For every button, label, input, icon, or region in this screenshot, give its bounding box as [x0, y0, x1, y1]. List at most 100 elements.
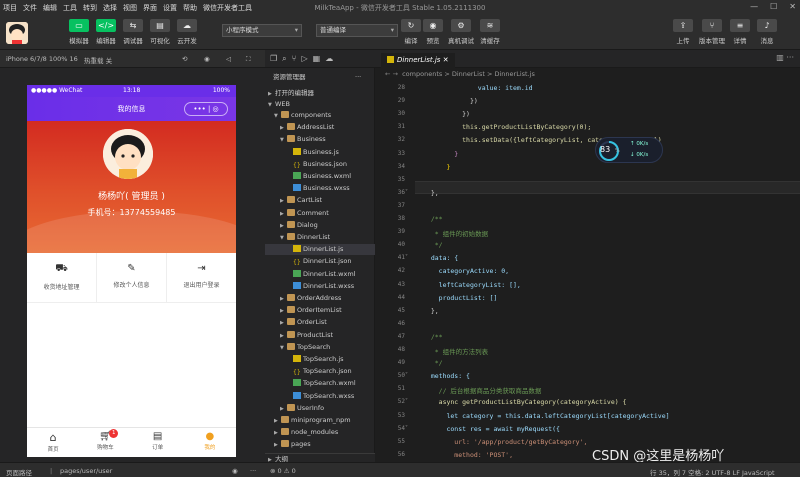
device-select[interactable]: iPhone 6/7/8 100% 16 — [6, 55, 78, 63]
mode-select[interactable]: 小程序模式 ▾ — [222, 24, 302, 37]
debugger-button[interactable]: ⇆ 调试器 — [118, 19, 148, 45]
simulator-button[interactable]: ▭ 模拟器 — [64, 19, 94, 45]
eye-icon[interactable]: ◉ — [232, 467, 238, 475]
cloud-button[interactable]: ☁ 云开发 — [172, 19, 202, 45]
chevron-right-icon: ▶ — [280, 405, 284, 412]
fullscreen-icon[interactable]: ⛶ — [246, 55, 251, 64]
open-editors-section[interactable]: ▶ 打开的编辑器 — [265, 88, 375, 99]
page-path[interactable]: pages/user/user — [60, 467, 112, 475]
fold-icon[interactable]: ˅ — [405, 398, 408, 405]
logout-item[interactable]: ⇥ 退出用户登录 — [167, 253, 236, 302]
menu-item[interactable]: 转到 — [80, 3, 100, 13]
menu-item[interactable]: 编辑 — [40, 3, 60, 13]
minimize-icon[interactable]: — — [750, 2, 758, 11]
preview-button[interactable]: ◉ 预览 — [418, 19, 448, 45]
tree-folder[interactable]: ▶ miniprogram_npm — [265, 415, 375, 426]
web-section[interactable]: ▼ WEB — [265, 99, 375, 110]
files-icon[interactable]: ❐ — [270, 54, 277, 63]
tree-folder[interactable]: ▶ CartList — [265, 195, 375, 206]
tree-file[interactable]: Business.js — [265, 147, 375, 158]
tree-folder[interactable]: ▶ AddressList — [265, 122, 375, 133]
address-manage-item[interactable]: ⛟ 收货地址管理 — [27, 253, 97, 302]
menu-item[interactable]: 文件 — [20, 3, 40, 13]
menu-item[interactable]: 工具 — [60, 3, 80, 13]
tree-folder[interactable]: ▶ OrderItemList — [265, 305, 375, 316]
tree-folder[interactable]: ▼ DinnerList — [265, 232, 375, 243]
edit-profile-item[interactable]: ✎ 修改个人信息 — [97, 253, 167, 302]
maximize-icon[interactable]: ☐ — [770, 2, 777, 11]
menu-item[interactable]: 选择 — [100, 3, 120, 13]
tree-file[interactable]: TopSearch.wxml — [265, 378, 375, 389]
chevron-right-icon: ▶ — [280, 222, 284, 229]
tree-folder[interactable]: ▶ Comment — [265, 208, 375, 219]
tree-folder[interactable]: ▶ Dialog — [265, 220, 375, 231]
editor-button[interactable]: </> 编辑器 — [91, 19, 121, 45]
split-editor-icon[interactable]: ▥ ··· — [776, 53, 794, 62]
visual-button[interactable]: ▤ 可视化 — [145, 19, 175, 45]
tree-folder[interactable]: ▶ UserInfo — [265, 403, 375, 414]
extensions-icon[interactable]: ▦ — [313, 54, 321, 63]
tree-folder[interactable]: ▶ OrderAddress — [265, 293, 375, 304]
tree-folder[interactable]: ▼ components — [265, 110, 375, 121]
profile-avatar[interactable] — [103, 129, 153, 179]
rotate-icon[interactable]: ⟲ — [182, 55, 187, 63]
compile-select[interactable]: 普通编译 ▾ — [316, 24, 398, 37]
line-number: 50 — [397, 372, 405, 380]
tree-file[interactable]: TopSearch.js — [265, 354, 375, 365]
tree-file[interactable]: Business.wxss — [265, 183, 375, 194]
tree-folder[interactable]: ▶ OrderList — [265, 317, 375, 328]
remote-debug-button[interactable]: ⚙ 真机调试 — [446, 19, 476, 45]
close-icon[interactable]: ✕ — [443, 56, 449, 64]
capsule-menu[interactable]: ••• | ◎ — [184, 102, 228, 116]
error-count[interactable]: ⊗ 0 ⚠ 0 — [270, 467, 296, 475]
tree-file[interactable]: Business.wxml — [265, 171, 375, 182]
tab-mine[interactable]: ● 我的 — [184, 428, 236, 457]
user-avatar[interactable] — [6, 22, 28, 44]
tab-orders[interactable]: ▤ 订单 — [132, 428, 184, 457]
tree-folder[interactable]: ▶ pages — [265, 439, 375, 450]
tree-file[interactable]: {} Business.json — [265, 159, 375, 170]
menu-item[interactable]: 视图 — [120, 3, 140, 13]
menu-item[interactable]: 帮助 — [180, 3, 200, 13]
tree-file[interactable]: {} DinnerList.json — [265, 256, 375, 267]
more-icon[interactable]: ··· — [355, 72, 375, 83]
git-icon[interactable]: ⑂ — [292, 54, 297, 63]
tree-folder[interactable]: ▼ Business — [265, 134, 375, 145]
tab-cart[interactable]: 🛒︎ 1 购物车 — [79, 428, 131, 457]
close-icon[interactable]: ✕ — [789, 2, 796, 11]
debug-icon[interactable]: ▷ — [301, 54, 307, 63]
fold-icon[interactable]: ˅ — [405, 254, 408, 261]
clear-cache-button[interactable]: ≋ 清缓存 — [475, 19, 505, 45]
tab-dinnerlist-js[interactable]: DinnerList.js ✕ — [381, 53, 455, 68]
fold-icon[interactable]: ˅ — [405, 372, 408, 379]
record-icon[interactable]: ◉ — [204, 55, 210, 63]
tree-file[interactable]: DinnerList.js — [265, 244, 375, 256]
fold-icon[interactable]: ˅ — [405, 425, 408, 432]
search-icon[interactable]: ⌕ — [282, 54, 286, 64]
tree-folder[interactable]: ▼ TopSearch — [265, 342, 375, 353]
tab-home[interactable]: ⌂ 首页 — [27, 428, 79, 457]
volume-icon[interactable]: ◁ — [226, 55, 231, 63]
code-line: */ — [423, 241, 443, 250]
tree-file[interactable]: DinnerList.wxss — [265, 281, 375, 292]
nav-arrows-icon[interactable]: ← → — [385, 70, 402, 78]
menu-item[interactable]: 界面 — [140, 3, 160, 13]
tree-file[interactable]: DinnerList.wxml — [265, 269, 375, 280]
tree-folder[interactable]: ▶ node_modules — [265, 427, 375, 438]
fold-icon[interactable]: ˅ — [405, 189, 408, 196]
menu-item[interactable]: 微信开发者工具 — [200, 3, 255, 13]
code-editor[interactable]: 28 value: item.id 29 }) 30 }) 31 this.getPr… — [375, 81, 800, 462]
message-button[interactable]: ♪ 消息 — [752, 19, 782, 45]
menu-item[interactable]: 项目 — [0, 3, 20, 13]
tree-file[interactable]: TopSearch.wxss — [265, 391, 375, 402]
page-path-label[interactable]: 页面路径 — [6, 467, 32, 477]
details-button[interactable]: ≡ 详情 — [725, 19, 755, 45]
more-icon[interactable]: ··· — [250, 467, 256, 475]
version-button[interactable]: ⑂ 版本管理 — [697, 19, 727, 45]
cloud-icon[interactable]: ☁ — [325, 54, 333, 63]
hotreload-select[interactable]: 热重载 关 — [84, 55, 112, 65]
upload-button[interactable]: ⇪ 上传 — [668, 19, 698, 45]
tree-file[interactable]: {} TopSearch.json — [265, 366, 375, 377]
tree-folder[interactable]: ▶ ProductList — [265, 330, 375, 341]
menu-item[interactable]: 设置 — [160, 3, 180, 13]
